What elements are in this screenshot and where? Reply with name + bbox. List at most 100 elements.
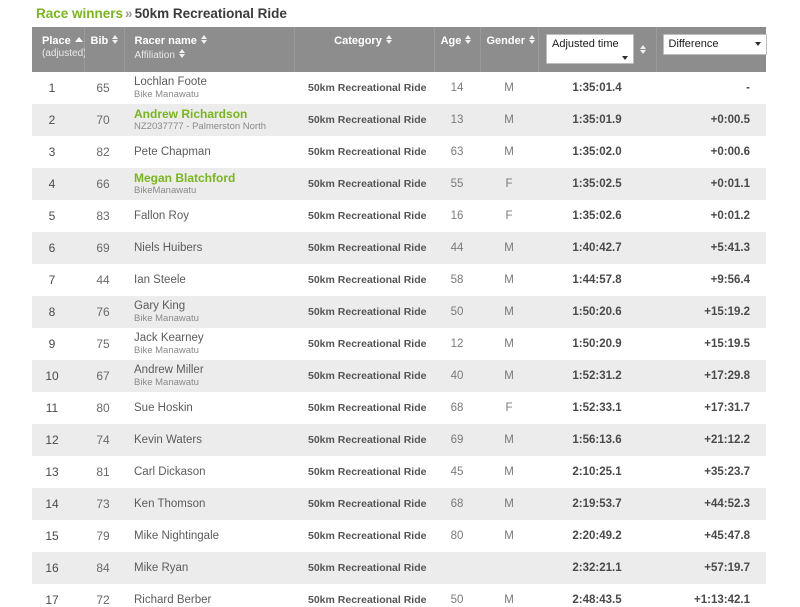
cell-bib: 70	[84, 104, 124, 136]
cell-racer-name: Lochlan FooteBike Manawatu	[124, 72, 294, 104]
cell-place: 17	[32, 584, 84, 607]
column-header-racer-name-label: Racer name	[135, 35, 197, 47]
cell-difference: +1:13:42.1	[656, 584, 766, 607]
time-metric-select[interactable]: Adjusted time	[546, 34, 634, 64]
cell-place: 13	[32, 456, 84, 488]
racer-affiliation-text: Bike Manawatu	[134, 345, 288, 357]
cell-difference: +57:19.7	[656, 552, 766, 584]
cell-place: 2	[32, 104, 84, 136]
table-row[interactable]: 1473Ken Thomson50km Recreational Ride68M…	[32, 488, 766, 520]
table-row[interactable]: 669Niels Huibers50km Recreational Ride44…	[32, 232, 766, 264]
table-row[interactable]: 583Fallon Roy50km Recreational Ride16F1:…	[32, 200, 766, 232]
cell-bib: 73	[84, 488, 124, 520]
cell-racer-name: Jack KearneyBike Manawatu	[124, 328, 294, 360]
cell-gender: M	[480, 520, 538, 552]
column-header-age-label: Age	[441, 35, 462, 47]
cell-category: 50km Recreational Ride	[294, 520, 434, 552]
cell-adjusted-time: 2:19:53.7	[538, 488, 656, 520]
cell-racer-name: Carl Dickason	[124, 456, 294, 488]
racer-name-text: Lochlan Foote	[134, 75, 288, 89]
cell-place: 7	[32, 264, 84, 296]
sort-toggle-icon[interactable]	[464, 34, 473, 45]
difference-metric-select[interactable]: Difference	[663, 34, 767, 55]
table-row[interactable]: 1579Mike Nightingale50km Recreational Ri…	[32, 520, 766, 552]
cell-adjusted-time: 1:50:20.9	[538, 328, 656, 360]
table-row[interactable]: 270Andrew RichardsonNZ2037777 - Palmerst…	[32, 104, 766, 136]
column-header-place-sublabel: (adjusted)	[42, 48, 78, 59]
sort-toggle-icon[interactable]	[639, 44, 648, 55]
sort-toggle-icon[interactable]	[528, 34, 537, 45]
racer-name-link[interactable]: Megan Blatchford	[134, 171, 288, 185]
cell-category: 50km Recreational Ride	[294, 328, 434, 360]
column-header-place[interactable]: Place (adjusted)	[32, 27, 84, 72]
cell-gender: M	[480, 456, 538, 488]
cell-difference: +15:19.5	[656, 328, 766, 360]
cell-racer-name: Megan BlatchfordBikeManawatu	[124, 168, 294, 200]
column-header-age[interactable]: Age	[434, 27, 480, 72]
sort-ascending-icon[interactable]	[74, 34, 83, 45]
cell-bib: 84	[84, 552, 124, 584]
cell-difference: +0:00.6	[656, 136, 766, 168]
table-row[interactable]: 1067Andrew MillerBike Manawatu50km Recre…	[32, 360, 766, 392]
table-row[interactable]: 975Jack KearneyBike Manawatu50km Recreat…	[32, 328, 766, 360]
column-header-category[interactable]: Category	[294, 27, 434, 72]
cell-bib: 76	[84, 296, 124, 328]
cell-category: 50km Recreational Ride	[294, 136, 434, 168]
cell-racer-name: Ian Steele	[124, 264, 294, 296]
cell-adjusted-time: 2:20:49.2	[538, 520, 656, 552]
cell-age: 50	[434, 584, 480, 607]
racer-name-text: Andrew Miller	[134, 363, 288, 377]
cell-category: 50km Recreational Ride	[294, 104, 434, 136]
cell-difference: -	[656, 72, 766, 104]
cell-age: 68	[434, 488, 480, 520]
table-row[interactable]: 1180Sue Hoskin50km Recreational Ride68F1…	[32, 392, 766, 424]
cell-age	[434, 552, 480, 584]
chevron-down-icon	[755, 42, 761, 46]
column-header-adjusted-time[interactable]: Adjusted time	[538, 27, 656, 72]
cell-adjusted-time: 1:50:20.6	[538, 296, 656, 328]
cell-bib: 72	[84, 584, 124, 607]
column-header-gender[interactable]: Gender	[480, 27, 538, 72]
column-header-difference[interactable]: Difference	[656, 27, 766, 72]
table-row[interactable]: 466Megan BlatchfordBikeManawatu50km Recr…	[32, 168, 766, 200]
cell-category: 50km Recreational Ride	[294, 72, 434, 104]
cell-age: 40	[434, 360, 480, 392]
sort-toggle-icon[interactable]	[178, 48, 187, 59]
column-header-bib[interactable]: Bib	[84, 27, 124, 72]
cell-category: 50km Recreational Ride	[294, 424, 434, 456]
sort-toggle-icon[interactable]	[111, 34, 120, 45]
cell-difference: +0:00.5	[656, 104, 766, 136]
cell-racer-name: Gary KingBike Manawatu	[124, 296, 294, 328]
table-row[interactable]: 876Gary KingBike Manawatu50km Recreation…	[32, 296, 766, 328]
table-row[interactable]: 744Ian Steele50km Recreational Ride58M1:…	[32, 264, 766, 296]
table-row[interactable]: 1772Richard Berber50km Recreational Ride…	[32, 584, 766, 607]
cell-gender: M	[480, 296, 538, 328]
cell-adjusted-time: 1:40:42.7	[538, 232, 656, 264]
cell-age: 16	[434, 200, 480, 232]
cell-adjusted-time: 2:10:25.1	[538, 456, 656, 488]
table-row[interactable]: 1381Carl Dickason50km Recreational Ride4…	[32, 456, 766, 488]
cell-category: 50km Recreational Ride	[294, 552, 434, 584]
racer-name-text: Gary King	[134, 299, 288, 313]
cell-gender: M	[480, 584, 538, 607]
cell-difference: +0:01.2	[656, 200, 766, 232]
cell-racer-name: Kevin Waters	[124, 424, 294, 456]
cell-difference: +0:01.1	[656, 168, 766, 200]
table-row[interactable]: 382Pete Chapman50km Recreational Ride63M…	[32, 136, 766, 168]
racer-name-text: Sue Hoskin	[134, 401, 288, 415]
column-header-racer-name[interactable]: Racer name Affiliation	[124, 27, 294, 72]
table-row[interactable]: 165Lochlan FooteBike Manawatu50km Recrea…	[32, 72, 766, 104]
sort-toggle-icon[interactable]	[200, 34, 209, 45]
cell-difference: +45:47.8	[656, 520, 766, 552]
cell-age: 14	[434, 72, 480, 104]
table-row[interactable]: 1684Mike Ryan50km Recreational Ride2:32:…	[32, 552, 766, 584]
cell-age: 68	[434, 392, 480, 424]
cell-gender	[480, 552, 538, 584]
breadcrumb-link-race-winners[interactable]: Race winners	[36, 6, 123, 21]
sort-toggle-icon[interactable]	[385, 34, 394, 45]
racer-name-text: Kevin Waters	[134, 433, 288, 447]
racer-name-link[interactable]: Andrew Richardson	[134, 107, 288, 121]
cell-racer-name: Mike Nightingale	[124, 520, 294, 552]
table-row[interactable]: 1274Kevin Waters50km Recreational Ride69…	[32, 424, 766, 456]
cell-racer-name: Andrew RichardsonNZ2037777 - Palmerston …	[124, 104, 294, 136]
